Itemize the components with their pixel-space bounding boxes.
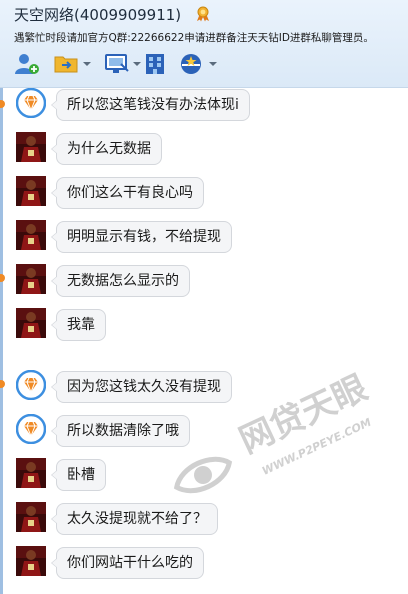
message-text: 我靠 bbox=[51, 309, 106, 341]
message-text: 所以数据清除了哦 bbox=[51, 415, 190, 447]
message-text: 所以您这笔钱没有办法体现i bbox=[51, 89, 250, 121]
service-avatar-icon bbox=[16, 370, 46, 400]
chevron-down-icon[interactable] bbox=[208, 60, 218, 68]
chevron-down-icon[interactable] bbox=[82, 60, 92, 68]
chat-message: 你们这么干有良心吗 bbox=[16, 176, 396, 210]
chat-message: 为什么无数据 bbox=[16, 132, 396, 166]
message-text: 因为您这钱太久没有提现 bbox=[51, 371, 232, 403]
add-member-button[interactable] bbox=[12, 50, 42, 78]
chat-message: 因为您这钱太久没有提现 bbox=[16, 370, 396, 404]
user-avatar-icon bbox=[16, 458, 46, 488]
user-avatar-icon bbox=[16, 132, 46, 162]
chat-message: 你们网站干什么吃的 bbox=[16, 546, 396, 580]
avatar[interactable] bbox=[16, 264, 46, 294]
message-text: 明明显示有钱，不给提现 bbox=[51, 221, 232, 253]
avatar[interactable] bbox=[16, 220, 46, 250]
service-avatar-icon bbox=[16, 88, 46, 118]
screen-share-icon bbox=[105, 54, 129, 73]
chat-message: 我靠 bbox=[16, 308, 396, 342]
avatar[interactable] bbox=[16, 502, 46, 532]
message-text: 太久没提现就不给了？ bbox=[51, 503, 218, 535]
group-profile-button[interactable] bbox=[176, 50, 206, 78]
screen-share-button[interactable] bbox=[102, 50, 132, 78]
user-avatar-icon bbox=[16, 502, 46, 532]
chat-message: 所以您这笔钱没有办法体现i bbox=[16, 88, 396, 122]
group-profile-icon bbox=[181, 54, 201, 74]
chat-message: 所以数据清除了哦 bbox=[16, 414, 396, 448]
chat-message: 卧槽 bbox=[16, 458, 396, 492]
send-file-button[interactable] bbox=[52, 50, 82, 78]
add-member-icon bbox=[15, 54, 39, 74]
avatar[interactable] bbox=[16, 132, 46, 162]
avatar[interactable] bbox=[16, 308, 46, 338]
user-avatar-icon bbox=[16, 546, 46, 576]
award-badge-icon bbox=[197, 6, 209, 22]
avatar[interactable] bbox=[16, 458, 46, 488]
chat-header: 天空网络(4009909911) 遇繁忙时段请加官方Q群:22266622申请进… bbox=[0, 0, 408, 88]
app-grid-icon bbox=[146, 54, 164, 74]
group-title[interactable]: 天空网络(4009909911) bbox=[14, 4, 181, 25]
chat-message: 太久没提现就不给了？ bbox=[16, 502, 396, 536]
message-text: 你们网站干什么吃的 bbox=[51, 547, 204, 579]
user-avatar-icon bbox=[16, 176, 46, 206]
chat-message: 明明显示有钱，不给提现 bbox=[16, 220, 396, 254]
service-avatar-icon bbox=[16, 414, 46, 444]
message-text: 无数据怎么显示的 bbox=[51, 265, 190, 297]
message-text: 卧槽 bbox=[51, 459, 106, 491]
folder-transfer-icon bbox=[54, 56, 78, 73]
message-text: 为什么无数据 bbox=[51, 133, 162, 165]
message-text: 你们这么干有良心吗 bbox=[51, 177, 204, 209]
apps-button[interactable] bbox=[140, 50, 170, 78]
avatar[interactable] bbox=[16, 370, 46, 400]
user-avatar-icon bbox=[16, 308, 46, 338]
avatar[interactable] bbox=[16, 176, 46, 206]
avatar[interactable] bbox=[16, 414, 46, 444]
group-notice: 遇繁忙时段请加官方Q群:22266622申请进群备注天天钻ID进群私聊管理员。 bbox=[14, 32, 374, 44]
user-avatar-icon bbox=[16, 220, 46, 250]
avatar[interactable] bbox=[16, 88, 46, 118]
chat-message: 无数据怎么显示的 bbox=[16, 264, 396, 298]
window-edge bbox=[0, 88, 3, 594]
user-avatar-icon bbox=[16, 264, 46, 294]
toolbar bbox=[10, 50, 408, 78]
avatar[interactable] bbox=[16, 546, 46, 576]
